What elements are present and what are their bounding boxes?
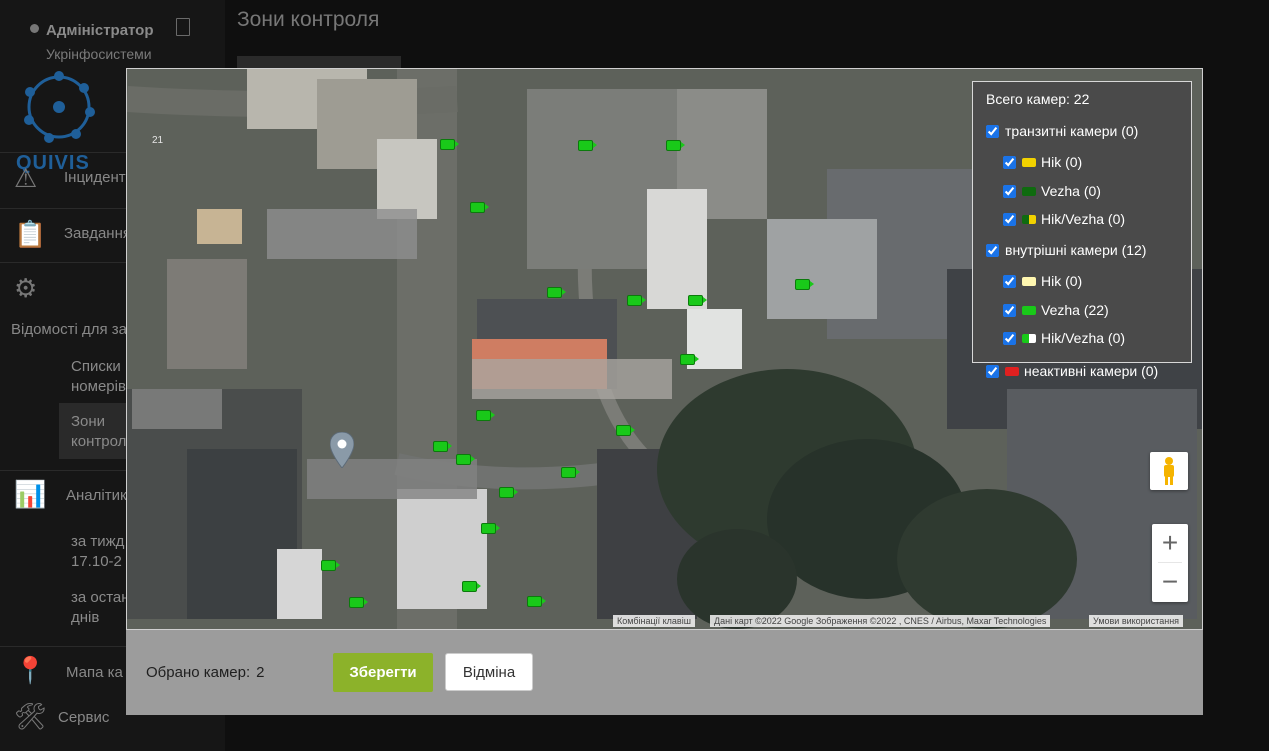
legend-transit-hik[interactable]: Hik (0)	[1003, 153, 1082, 171]
nav-service-label: Сервис	[58, 709, 110, 726]
camera-marker[interactable]	[688, 295, 707, 306]
camera-marker[interactable]	[481, 523, 500, 534]
camera-marker[interactable]	[499, 487, 518, 498]
camera-color-swatch	[1022, 186, 1036, 196]
camera-marker[interactable]	[627, 295, 646, 306]
sub-item-week[interactable]: за тижд 17.10-2	[71, 532, 124, 572]
camera-marker[interactable]	[616, 425, 635, 436]
camera-marker[interactable]	[349, 597, 368, 608]
camera-color-swatch	[1022, 305, 1036, 315]
zoom-in-button[interactable]: +	[1152, 524, 1188, 562]
legend-transit-hik-vezha[interactable]: Hik/Vezha (0)	[1003, 210, 1125, 228]
legend-group-transit[interactable]: транзитні камери (0)	[986, 122, 1138, 140]
selected-cameras-count: 2	[256, 664, 265, 681]
legend-transit-vezha[interactable]: Vezha (0)	[1003, 182, 1101, 200]
internal-vezha-checkbox[interactable]	[1003, 303, 1016, 317]
camera-marker[interactable]	[476, 410, 495, 421]
camera-marker[interactable]	[440, 139, 459, 150]
camera-marker[interactable]	[456, 454, 475, 465]
camera-color-swatch	[1022, 333, 1036, 343]
street-view-pegman-icon[interactable]	[1150, 452, 1188, 490]
total-cameras: Всего камер: 22	[986, 91, 1090, 107]
user-icon	[30, 24, 39, 33]
transit-hik-checkbox[interactable]	[1003, 155, 1016, 169]
transit-hik-vezha-checkbox[interactable]	[1003, 212, 1016, 226]
save-button[interactable]: Зберегти	[333, 653, 433, 692]
camera-marker[interactable]	[433, 441, 452, 452]
nav-tasks-label: Завдання	[64, 225, 131, 242]
inactive-checkbox[interactable]	[986, 364, 999, 378]
internal-hik-vezha-checkbox[interactable]	[1003, 331, 1016, 345]
camera-marker[interactable]	[470, 202, 489, 213]
legend-internal-hik[interactable]: Hik (0)	[1003, 272, 1082, 290]
keyboard-shortcuts-link[interactable]: Комбінації клавіш	[613, 615, 695, 627]
zoom-out-button[interactable]: −	[1152, 563, 1188, 601]
map-pin-icon[interactable]	[330, 432, 354, 468]
camera-color-swatch	[1022, 214, 1036, 224]
warning-icon: ⚠	[14, 163, 38, 193]
legend-group-internal[interactable]: внутрішні камери (12)	[986, 241, 1146, 259]
map-marker-label: 21	[152, 135, 164, 146]
internal-hik-checkbox[interactable]	[1003, 274, 1016, 288]
legend-group-inactive[interactable]: неактивні камери (0)	[986, 362, 1158, 380]
nav-incidents-label: Інциденти	[64, 169, 135, 186]
camera-marker[interactable]	[321, 560, 340, 571]
camera-marker[interactable]	[462, 581, 481, 592]
satellite-map[interactable]: 21 Всего камер: 22 транзитні камери (0) …	[126, 68, 1203, 630]
logo-icon	[24, 71, 95, 143]
camera-legend: Всего камер: 22 транзитні камери (0) Hik…	[972, 81, 1192, 379]
legend-internal-vezha[interactable]: Vezha (22)	[1003, 301, 1109, 319]
zoom-control: + −	[1152, 524, 1188, 602]
camera-color-swatch	[1022, 276, 1036, 286]
cancel-button[interactable]: Відміна	[445, 653, 533, 691]
document-gear-icon: ⚙	[14, 273, 38, 303]
user-name: Адміністратор	[46, 22, 154, 39]
map-data-attribution: Дані карт ©2022 Google Зображення ©2022 …	[710, 615, 1051, 627]
transit-checkbox[interactable]	[986, 124, 999, 138]
camera-color-swatch	[1022, 157, 1036, 167]
legend-internal-hik-vezha[interactable]: Hik/Vezha (0)	[1003, 329, 1125, 347]
map-pin-icon: 📍	[14, 655, 47, 685]
page-title: Зони контроля	[237, 8, 380, 31]
internal-checkbox[interactable]	[986, 243, 999, 257]
clipboard-icon: 📋	[14, 219, 47, 249]
logout-icon[interactable]	[176, 18, 190, 36]
camera-marker[interactable]	[561, 467, 580, 478]
camera-marker[interactable]	[666, 140, 685, 151]
camera-select-dialog: 21 Всего камер: 22 транзитні камери (0) …	[126, 68, 1203, 715]
selected-cameras-info: Обрано камер: 2	[146, 664, 264, 681]
nav-reports-label: Відомості для за	[11, 321, 127, 338]
camera-marker[interactable]	[680, 354, 699, 365]
nav-analytics-label: Аналітика	[66, 487, 136, 504]
tools-icon: 🛠	[14, 701, 48, 731]
sub-item-last-days[interactable]: за остан днів	[71, 588, 130, 628]
sub-item-number-lists[interactable]: Списки номерів	[71, 357, 126, 397]
camera-marker[interactable]	[527, 596, 546, 607]
selected-cameras-label: Обрано камер:	[146, 664, 251, 681]
camera-color-swatch	[1005, 366, 1019, 376]
camera-marker[interactable]	[547, 287, 566, 298]
nav-camera-map-label: Мапа ка	[66, 664, 123, 681]
transit-vezha-checkbox[interactable]	[1003, 184, 1016, 198]
analytics-icon: 📊	[14, 479, 47, 509]
terms-of-use-link[interactable]: Умови використання	[1089, 615, 1184, 627]
camera-marker[interactable]	[795, 279, 814, 290]
camera-marker[interactable]	[578, 140, 597, 151]
org-name: Укрінфосистеми	[46, 46, 152, 62]
